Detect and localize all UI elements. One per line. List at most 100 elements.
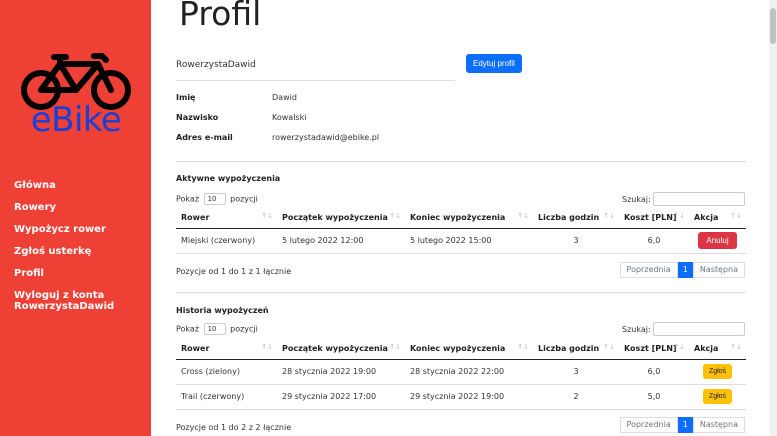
- history-length-select[interactable]: 10: [203, 323, 226, 335]
- cell-bike: Trail (czerwony): [176, 384, 277, 410]
- next-page-button[interactable]: Następna: [692, 417, 745, 433]
- cancel-rental-button[interactable]: Anuluj: [698, 232, 737, 249]
- column-label: Liczba godzin: [538, 344, 600, 354]
- section-divider: [176, 161, 746, 162]
- column-label: Akcja: [694, 344, 719, 354]
- column-label: Początek wypożyczenia: [282, 213, 388, 223]
- sort-icon: ↑↓: [603, 212, 615, 220]
- column-label: Rower: [181, 213, 210, 223]
- last-name-value: Kowalski: [272, 113, 307, 122]
- history-table-info: Pozycje od 1 do 2 z 2 łącznie: [176, 423, 292, 432]
- cell-bike: Miejski (czerwony): [176, 228, 277, 254]
- report-issue-button[interactable]: Zgłoś: [702, 364, 733, 379]
- column-header[interactable]: Akcja ↑↓: [689, 208, 746, 229]
- page-1-button[interactable]: 1: [677, 262, 693, 278]
- sidebar-item-bikes[interactable]: Rowery: [14, 202, 114, 213]
- cell-hours: 2: [533, 384, 619, 410]
- cell-action: Anuluj: [689, 228, 746, 254]
- section-divider: [176, 292, 746, 293]
- username-divider: [176, 80, 455, 81]
- sort-icon: ↑↓: [517, 343, 529, 351]
- cell-hours: 3: [533, 359, 619, 385]
- active-length-select[interactable]: 10: [203, 193, 226, 205]
- first-name-value: Dawid: [272, 93, 297, 102]
- column-label: Koniec wypożyczenia: [410, 213, 506, 223]
- active-search-label: Szukaj:: [622, 195, 651, 204]
- cell-end: 29 stycznia 2022 19:00: [405, 384, 533, 410]
- sort-icon: ↑↓: [517, 212, 529, 220]
- column-header[interactable]: Koniec wypożyczenia ↑↓: [405, 339, 533, 360]
- column-header[interactable]: Koniec wypożyczenia ↑↓: [405, 208, 533, 229]
- sidebar-item-rent[interactable]: Wypożycz rower: [14, 224, 114, 235]
- sort-icon: ↑↓: [673, 212, 685, 220]
- column-label: Koszt [PLN]: [624, 213, 677, 223]
- history-pagination: Poprzednia 1 Następna: [619, 417, 745, 433]
- next-page-button[interactable]: Następna: [692, 262, 745, 278]
- cell-cost: 6,0: [619, 359, 689, 385]
- table-row: Trail (czerwony) 29 stycznia 2022 17:00 …: [176, 384, 746, 410]
- column-label: Koszt [PLN]: [624, 344, 677, 354]
- cell-start: 5 lutego 2022 12:00: [277, 228, 405, 254]
- history-page-length: Pokaż 10 pozycji: [176, 323, 258, 335]
- page-title: Profil: [179, 0, 262, 33]
- cell-cost: 5,0: [619, 384, 689, 410]
- scrollbar-thumb[interactable]: [770, 8, 776, 44]
- active-page-length: Pokaż 10 pozycji: [176, 193, 258, 205]
- column-header[interactable]: Akcja ↑↓: [689, 339, 746, 360]
- profile-username: RowerzystaDawid: [176, 60, 256, 70]
- column-label: Początek wypożyczenia: [282, 344, 388, 354]
- column-label: Liczba godzin: [538, 213, 600, 223]
- prev-page-button[interactable]: Poprzednia: [619, 262, 678, 278]
- column-header[interactable]: Rower ↑↓: [176, 339, 277, 360]
- page-scrollbar[interactable]: [769, 0, 777, 436]
- history-search-label: Szukaj:: [622, 325, 651, 334]
- email-label: Adres e-mail: [176, 133, 233, 142]
- sidebar-item-logout-user[interactable]: RowerzystaDawid: [14, 301, 114, 312]
- active-rentals-title: Aktywne wypożyczenia: [176, 174, 281, 183]
- sort-icon: ↑↓: [389, 343, 401, 351]
- table-row: Cross (zielony) 28 stycznia 2022 19:00 2…: [176, 359, 746, 385]
- column-label: Koniec wypożyczenia: [410, 344, 506, 354]
- cell-start: 28 stycznia 2022 19:00: [277, 359, 405, 385]
- show-suffix: pozycji: [230, 194, 258, 204]
- report-issue-button[interactable]: Zgłoś: [702, 389, 733, 404]
- email-value: rowerzystadawid@ebike.pl: [272, 133, 380, 142]
- edit-profile-button[interactable]: Edytuj profil: [466, 54, 522, 73]
- cell-hours: 3: [533, 228, 619, 254]
- page-1-button[interactable]: 1: [677, 417, 693, 433]
- sort-icon: ↑↓: [673, 343, 685, 351]
- sidebar-item-profile[interactable]: Profil: [14, 268, 114, 279]
- column-header[interactable]: Rower ↑↓: [176, 208, 277, 229]
- sort-icon: ↑↓: [730, 343, 742, 351]
- column-header[interactable]: Liczba godzin ↑↓: [533, 339, 619, 360]
- cell-end: 5 lutego 2022 15:00: [405, 228, 533, 254]
- active-search-input[interactable]: [653, 192, 745, 206]
- sort-icon: ↑↓: [603, 343, 615, 351]
- column-label: Akcja: [694, 213, 719, 223]
- cell-cost: 6,0: [619, 228, 689, 254]
- cell-end: 28 stycznia 2022 22:00: [405, 359, 533, 385]
- column-header[interactable]: Koszt [PLN] ↑↓: [619, 208, 689, 229]
- ebike-logo[interactable]: eBike: [20, 52, 132, 144]
- first-name-label: Imię: [176, 93, 196, 102]
- cell-action: Zgłoś: [689, 359, 746, 385]
- column-label: Rower: [181, 344, 210, 354]
- column-header[interactable]: Początek wypożyczenia ↑↓: [277, 339, 405, 360]
- column-header[interactable]: Liczba godzin ↑↓: [533, 208, 619, 229]
- cell-bike: Cross (zielony): [176, 359, 277, 385]
- show-suffix: pozycji: [230, 324, 258, 334]
- history-search-input[interactable]: [653, 322, 745, 336]
- column-header[interactable]: Koszt [PLN] ↑↓: [619, 339, 689, 360]
- history-table: Rower ↑↓ Początek wypożyczenia ↑↓ Koniec w…: [176, 339, 746, 410]
- sidebar-item-logout[interactable]: Wyloguj z konta: [14, 290, 114, 301]
- sidebar-item-report[interactable]: Zgłoś usterkę: [14, 246, 114, 257]
- column-header[interactable]: Początek wypożyczenia ↑↓: [277, 208, 405, 229]
- prev-page-button[interactable]: Poprzednia: [619, 417, 678, 433]
- show-prefix: Pokaż: [176, 194, 200, 204]
- last-name-label: Nazwisko: [176, 113, 219, 122]
- cell-start: 29 stycznia 2022 17:00: [277, 384, 405, 410]
- history-title: Historia wypożyczeń: [176, 306, 269, 315]
- active-pagination: Poprzednia 1 Następna: [619, 262, 745, 278]
- sidebar-item-home[interactable]: Główna: [14, 180, 114, 191]
- sort-icon: ↑↓: [389, 212, 401, 220]
